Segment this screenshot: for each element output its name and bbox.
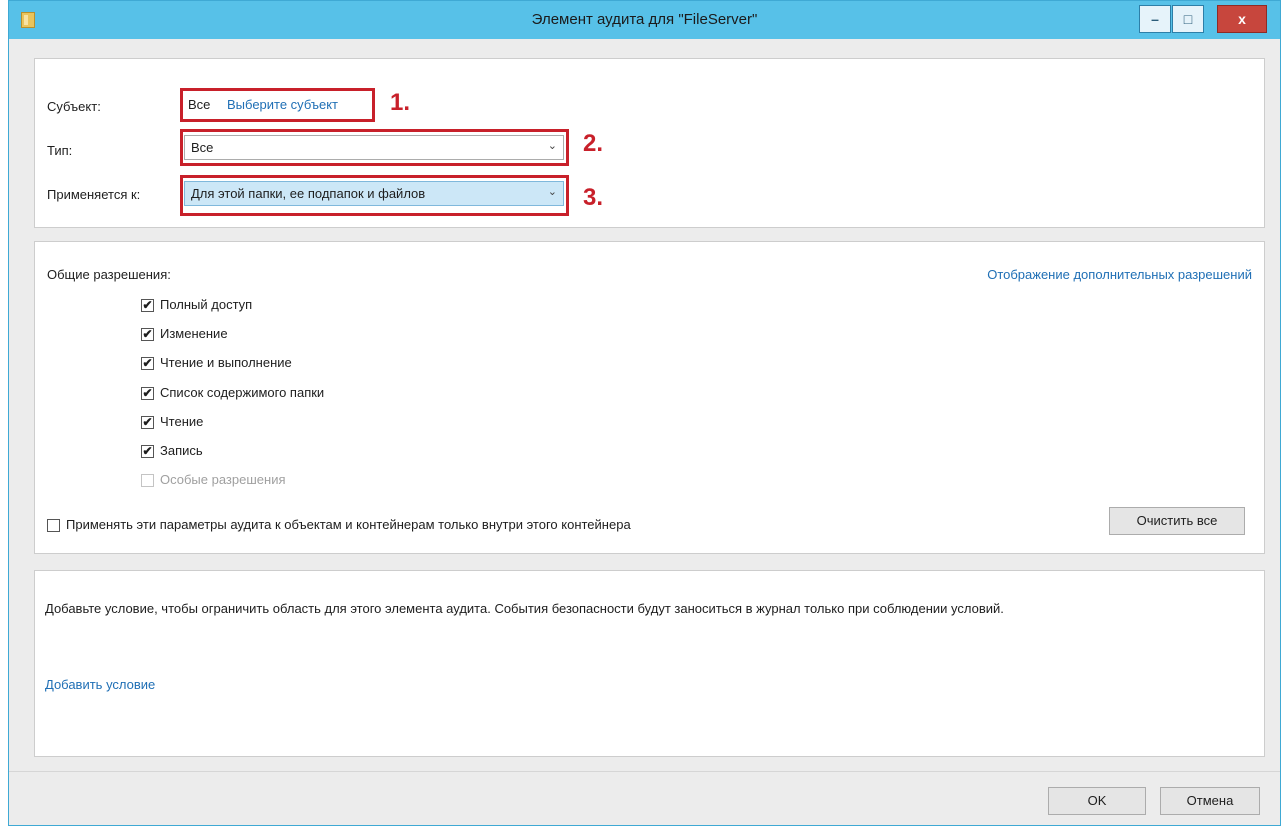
principal-label: Субъект: <box>47 99 101 114</box>
close-button[interactable]: x <box>1217 5 1267 33</box>
annotation-number-1: 1. <box>390 89 411 116</box>
apply-inside-container-checkbox[interactable] <box>47 519 60 532</box>
ok-button[interactable]: OK <box>1048 787 1146 815</box>
condition-panel: Добавьте условие, чтобы ограничить облас… <box>34 570 1265 757</box>
permissions-panel: Общие разрешения: Отображение дополнител… <box>34 241 1265 554</box>
apply-inside-container-label: Применять эти параметры аудита к объекта… <box>66 517 631 532</box>
perm-label: Список содержимого папки <box>160 385 325 400</box>
window-title: Элемент аудита для "FileServer" <box>531 11 758 28</box>
perm-checkbox-modify[interactable]: ✔ <box>141 328 154 341</box>
perm-checkbox-write[interactable]: ✔ <box>141 445 154 458</box>
title-bar[interactable]: Элемент аудита для "FileServer" – □ x <box>9 1 1280 39</box>
type-dropdown-value: Все <box>191 140 214 155</box>
perm-label: Особые разрешения <box>160 472 286 487</box>
principal-panel: Субъект: Все Выберите субъект 1. Тип: Вс… <box>34 58 1265 228</box>
select-principal-link[interactable]: Выберите субъект <box>227 97 338 112</box>
applies-to-dropdown-value: Для этой папки, ее подпапок и файлов <box>191 186 426 201</box>
chevron-down-icon: ⌄ <box>547 140 557 152</box>
permissions-heading: Общие разрешения: <box>47 267 171 282</box>
perm-label: Полный доступ <box>160 297 253 312</box>
minimize-button[interactable]: – <box>1139 5 1171 33</box>
applies-to-dropdown[interactable]: Для этой папки, ее подпапок и файлов ⌄ <box>184 181 564 206</box>
type-dropdown[interactable]: Все ⌄ <box>184 135 564 160</box>
perm-checkbox-list-folder[interactable]: ✔ <box>141 387 154 400</box>
maximize-button[interactable]: □ <box>1172 5 1204 33</box>
perm-checkbox-read-execute[interactable]: ✔ <box>141 357 154 370</box>
chevron-down-icon: ⌄ <box>547 186 557 198</box>
perm-checkbox-full-access[interactable]: ✔ <box>141 299 154 312</box>
perm-checkbox-special <box>141 474 154 487</box>
clear-all-button[interactable]: Очистить все <box>1109 507 1245 535</box>
applies-to-label: Применяется к: <box>47 187 141 202</box>
principal-value: Все <box>188 97 211 112</box>
footer-divider <box>9 771 1280 772</box>
type-label: Тип: <box>47 143 73 158</box>
add-condition-link[interactable]: Добавить условие <box>45 677 155 692</box>
annotation-number-2: 2. <box>583 130 604 157</box>
perm-label: Чтение <box>160 414 204 429</box>
perm-label: Изменение <box>160 326 228 341</box>
condition-description: Добавьте условие, чтобы ограничить облас… <box>45 601 1004 616</box>
show-advanced-permissions-link[interactable]: Отображение дополнительных разрешений <box>987 267 1252 282</box>
cancel-button[interactable]: Отмена <box>1160 787 1260 815</box>
perm-label: Запись <box>160 443 203 458</box>
perm-label: Чтение и выполнение <box>160 355 292 370</box>
audit-entry-window: Элемент аудита для "FileServer" – □ x Су… <box>8 0 1281 826</box>
perm-checkbox-read[interactable]: ✔ <box>141 416 154 429</box>
annotation-number-3: 3. <box>583 184 604 211</box>
